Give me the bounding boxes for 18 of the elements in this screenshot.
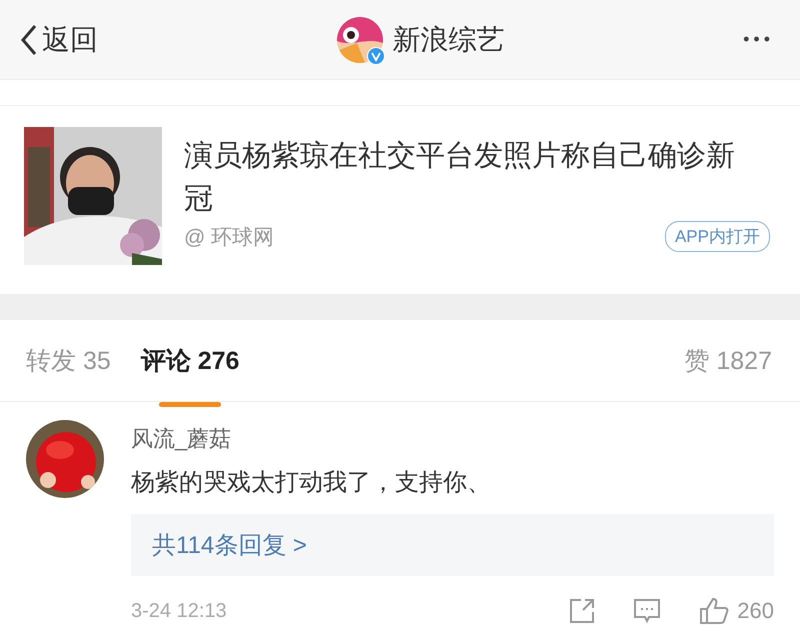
tab[interactable]: 评论 276 <box>140 344 240 377</box>
replies-link[interactable]: 共114条回复 > <box>131 514 774 576</box>
username[interactable]: 风流_蘑菇 <box>131 424 774 454</box>
comment-button[interactable] <box>633 598 662 624</box>
article-title[interactable]: 演员杨紫琼在社交平台发照片称自己确诊新冠 <box>184 135 754 221</box>
share-icon <box>569 598 596 624</box>
chevron-left-icon <box>20 24 38 56</box>
account-name: 新浪综艺 <box>392 22 505 56</box>
back-button[interactable]: 返回 <box>20 20 98 58</box>
article-source: @ 环球网 <box>184 224 274 250</box>
comment-icon <box>633 598 662 624</box>
open-in-app-button[interactable]: APP内打开 <box>664 221 770 252</box>
more-button[interactable]: ••• <box>743 29 774 50</box>
tab-indicator <box>159 402 222 407</box>
thumbs-up-icon <box>699 597 730 625</box>
comment-text: 杨紫的哭戏太打动我了，支持你、 <box>131 468 492 498</box>
share-button[interactable] <box>569 598 596 624</box>
comment-time: 3-24 12:13 <box>131 600 227 622</box>
